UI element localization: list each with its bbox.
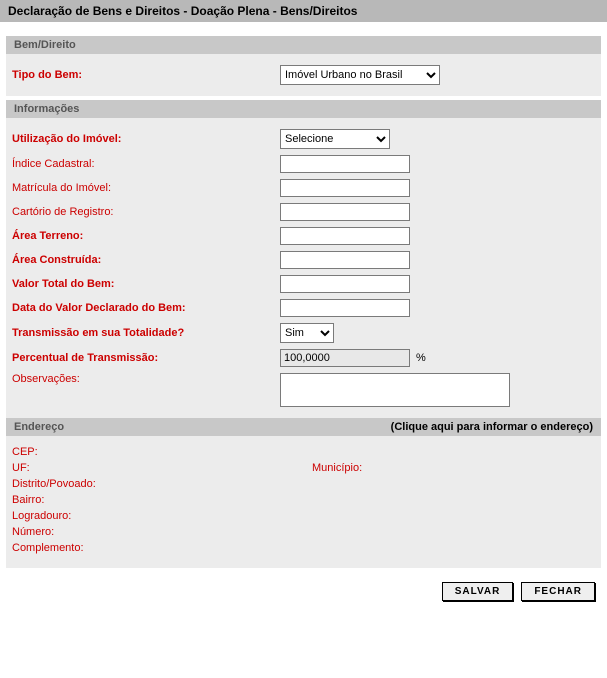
label-indice: Índice Cadastral: bbox=[12, 158, 280, 170]
tipo-bem-select[interactable]: Imóvel Urbano no Brasil bbox=[280, 65, 440, 85]
transmissao-select[interactable]: Sim bbox=[280, 323, 334, 343]
salvar-button[interactable]: Salvar bbox=[442, 582, 514, 601]
label-uf: UF: bbox=[12, 462, 30, 474]
label-cep: CEP: bbox=[12, 446, 38, 458]
label-tipo-bem: Tipo do Bem: bbox=[12, 69, 280, 81]
label-matricula: Matrícula do Imóvel: bbox=[12, 182, 280, 194]
label-municipio: Município: bbox=[312, 462, 362, 474]
percentual-input bbox=[280, 349, 410, 367]
label-logradouro: Logradouro: bbox=[12, 510, 71, 522]
utilizacao-select[interactable]: Selecione bbox=[280, 129, 390, 149]
label-complemento: Complemento: bbox=[12, 542, 84, 554]
label-transmissao-total: Transmissão em sua Totalidade? bbox=[12, 327, 280, 339]
label-observacoes: Observações: bbox=[12, 373, 280, 385]
data-valor-input[interactable] bbox=[280, 299, 410, 317]
label-area-construida: Área Construída: bbox=[12, 254, 280, 266]
section-informacoes: Informações bbox=[6, 100, 601, 118]
label-percentual: Percentual de Transmissão: bbox=[12, 352, 280, 364]
label-cartorio: Cartório de Registro: bbox=[12, 206, 280, 218]
label-data-valor: Data do Valor Declarado do Bem: bbox=[12, 302, 280, 314]
observacoes-textarea[interactable] bbox=[280, 373, 510, 407]
label-bairro: Bairro: bbox=[12, 494, 44, 506]
section-bem-direito: Bem/Direito bbox=[6, 36, 601, 54]
valor-total-input[interactable] bbox=[280, 275, 410, 293]
label-area-terreno: Área Terreno: bbox=[12, 230, 280, 242]
matricula-input[interactable] bbox=[280, 179, 410, 197]
label-numero: Número: bbox=[12, 526, 54, 538]
area-terreno-input[interactable] bbox=[280, 227, 410, 245]
section-endereco: Endereço bbox=[14, 421, 64, 433]
endereco-link[interactable]: (Clique aqui para informar o endereço) bbox=[391, 421, 593, 433]
fechar-button[interactable]: Fechar bbox=[521, 582, 595, 601]
percent-sign: % bbox=[416, 352, 426, 364]
label-distrito: Distrito/Povoado: bbox=[12, 478, 96, 490]
cartorio-input[interactable] bbox=[280, 203, 410, 221]
page-title: Declaração de Bens e Direitos - Doação P… bbox=[0, 0, 607, 22]
label-valor-total: Valor Total do Bem: bbox=[12, 278, 280, 290]
label-utilizacao: Utilização do Imóvel: bbox=[12, 133, 280, 145]
area-construida-input[interactable] bbox=[280, 251, 410, 269]
indice-input[interactable] bbox=[280, 155, 410, 173]
